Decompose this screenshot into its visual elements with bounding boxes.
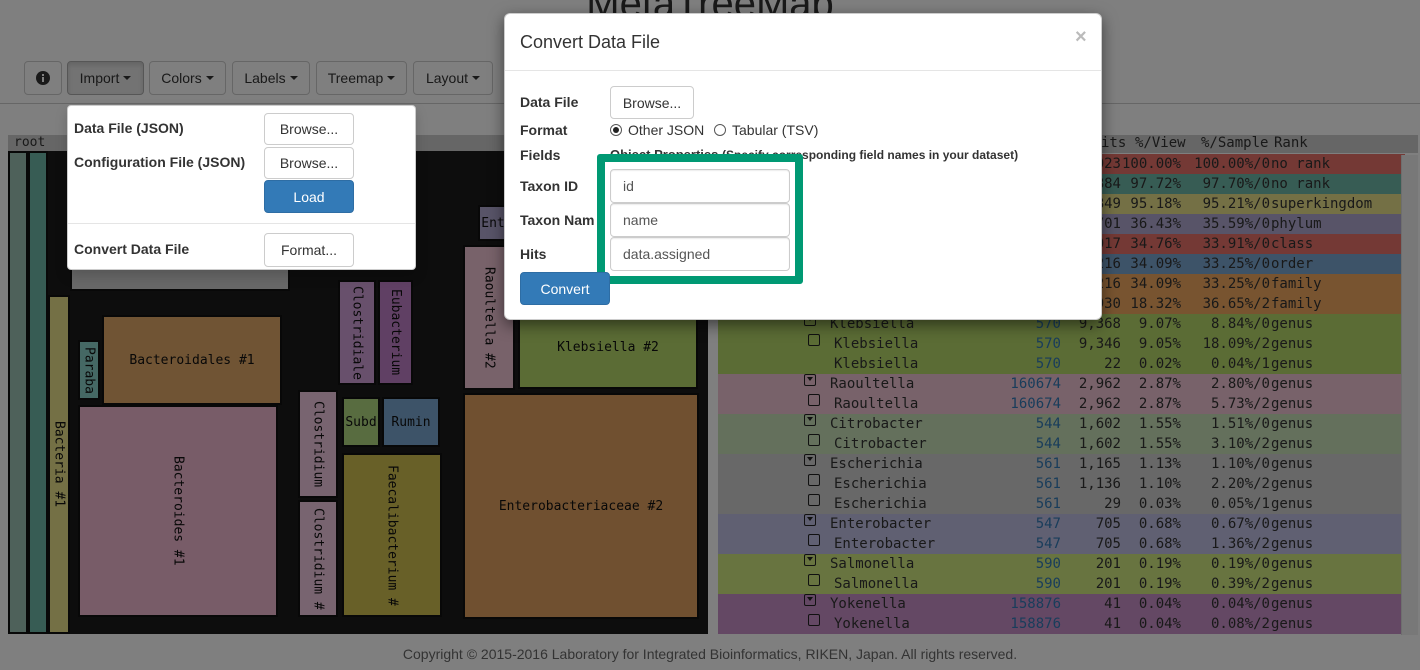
format-option-tsv: Tabular (TSV) [732,122,819,138]
radio-unselected-icon [714,124,726,136]
modal-title: Convert Data File [520,32,661,52]
config-file-browse-button[interactable]: Browse... [264,147,354,179]
radio-selected-icon [610,124,622,136]
convert-data-file-modal: Convert Data File × Data File Browse... … [504,13,1102,320]
taxon-id-input[interactable]: id [610,169,790,203]
load-button[interactable]: Load [264,180,354,213]
footer-copyright: Copyright © 2015-2016 Laboratory for Int… [402,646,1018,662]
format-label: Format [520,122,568,138]
format-radio-tsv[interactable]: Tabular (TSV) [714,122,818,138]
data-file-browse-button[interactable]: Browse... [264,113,354,145]
close-icon[interactable]: × [1075,26,1087,49]
format-radio-json[interactable]: Other JSON [610,122,704,138]
hits-input[interactable]: data.assigned [610,237,790,271]
hits-label: Hits [520,246,547,262]
format-button[interactable]: Format... [264,233,354,267]
config-file-label: Configuration File (JSON) [74,154,246,170]
format-option-json: Other JSON [628,122,705,138]
convert-data-file-label: Convert Data File [74,241,190,257]
data-file-label: Data File (JSON) [74,120,184,136]
taxon-name-input[interactable]: name [610,203,790,237]
browse-button[interactable]: Browse... [610,86,694,119]
fields-label: Fields [520,147,561,163]
taxon-name-label: Taxon Nam [520,212,595,228]
modal-header-divider [505,70,1101,71]
divider [68,223,415,224]
convert-button[interactable]: Convert [520,272,610,305]
taxon-id-label: Taxon ID [520,178,579,194]
import-dropdown: Data File (JSON) Browse... Configuration… [67,105,416,270]
data-file-label: Data File [520,94,579,110]
